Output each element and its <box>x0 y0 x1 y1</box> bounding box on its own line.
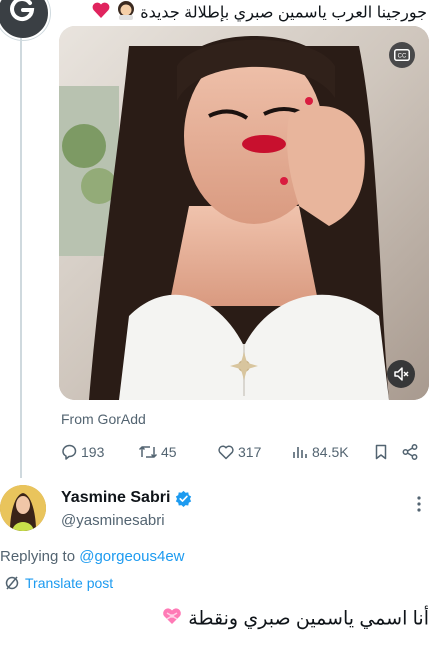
views-button[interactable]: 84.5K <box>291 441 349 463</box>
avatar-photo <box>0 485 46 531</box>
video-player[interactable]: CC <box>59 26 429 400</box>
repost-count: 45 <box>161 444 177 460</box>
like-button[interactable]: 317 <box>217 441 261 463</box>
translate-icon <box>5 576 19 590</box>
captions-button[interactable]: CC <box>389 42 415 68</box>
translate-post-link[interactable]: Translate post <box>4 575 113 591</box>
view-count: 84.5K <box>312 444 349 460</box>
closed-captions-icon: CC <box>394 49 410 61</box>
heart-icon <box>218 445 234 460</box>
share-button[interactable] <box>401 441 422 463</box>
reply-author-avatar[interactable] <box>0 485 46 531</box>
reply-icon <box>62 444 77 460</box>
tweet-text: جورجينا العرب ياسمين صبري بإطلالة جديدة <box>87 0 427 26</box>
red-heart-emoji-icon <box>91 0 111 27</box>
woman-emoji-icon <box>116 0 136 27</box>
replying-to-line: Replying to @gorgeous4ew <box>0 548 185 565</box>
like-count: 317 <box>238 444 262 460</box>
heart-with-ribbon-emoji-icon <box>161 606 183 633</box>
replying-to-prefix: Replying to <box>0 548 80 565</box>
letter-g-logo <box>10 0 35 22</box>
reply-button[interactable]: 193 <box>60 441 104 463</box>
reply-count: 193 <box>81 444 105 460</box>
video-frame-woman <box>59 26 429 400</box>
share-icon <box>402 444 418 460</box>
reply-author-name[interactable]: Yasmine Sabri <box>61 489 192 507</box>
author-avatar[interactable] <box>0 0 50 40</box>
mute-toggle-button[interactable] <box>387 360 415 388</box>
repost-icon <box>138 446 158 458</box>
tweet-actions-bar: 193 45 317 84.5K <box>60 441 432 463</box>
translate-label: Translate post <box>25 575 114 591</box>
svg-text:CC: CC <box>398 54 407 60</box>
verified-badge-icon <box>176 490 192 507</box>
display-name: Yasmine Sabri <box>61 489 171 506</box>
bookmark-icon <box>375 444 387 460</box>
replying-to-mention[interactable]: @gorgeous4ew <box>79 548 184 565</box>
reply-author-handle[interactable]: @yasminesabri <box>61 512 165 529</box>
more-dots-icon <box>417 496 421 512</box>
source-label[interactable]: From GorAdd <box>61 411 146 427</box>
speaker-muted-icon <box>394 367 409 381</box>
tweet-text-content: جورجينا العرب ياسمين صبري بإطلالة جديدة <box>140 4 427 22</box>
bar-chart-icon <box>293 447 307 458</box>
thread-connector-line <box>20 38 22 478</box>
repost-button[interactable]: 45 <box>138 441 177 463</box>
more-options-button[interactable] <box>416 495 422 518</box>
bookmark-button[interactable] <box>372 441 393 463</box>
reply-text: أنا اسمي ياسمين صبري ونقطة <box>129 606 429 632</box>
reply-text-content: أنا اسمي ياسمين صبري ونقطة <box>188 608 429 630</box>
